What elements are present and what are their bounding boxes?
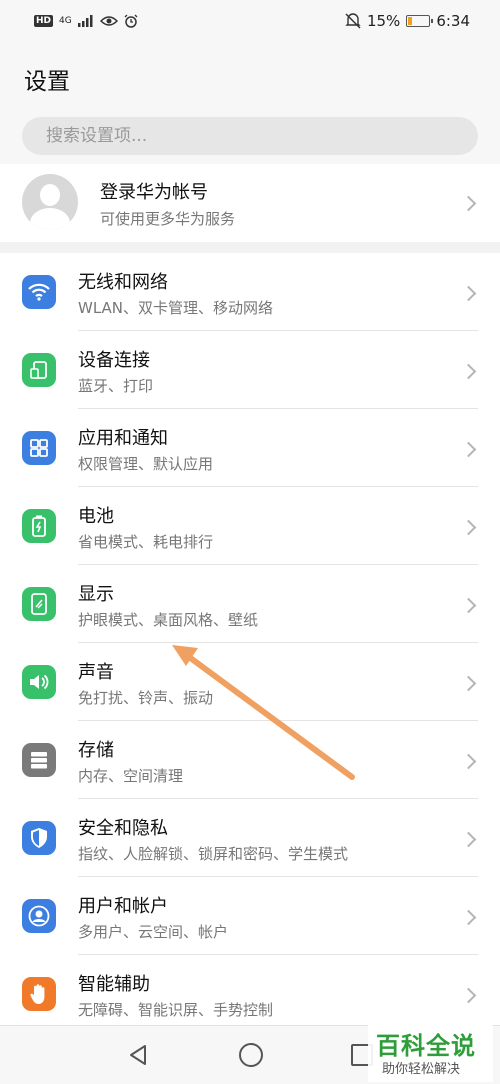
item-title: 安全和隐私 <box>78 818 168 839</box>
item-subtitle: 权限管理、默认应用 <box>78 455 214 473</box>
status-bar: HD 4G 15% 6:34 <box>0 0 500 42</box>
page-title: 设置 <box>24 69 70 95</box>
display-icon <box>22 587 56 621</box>
clock: 6:34 <box>436 12 470 30</box>
settings-item-wireless[interactable]: 无线和网络 WLAN、双卡管理、移动网络 <box>0 253 500 331</box>
chevron-right-icon <box>460 987 477 1004</box>
item-title: 设备连接 <box>78 350 150 371</box>
account-subtitle: 可使用更多华为服务 <box>100 210 236 228</box>
signal-icon <box>77 15 93 27</box>
chevron-right-icon <box>460 753 477 770</box>
chevron-right-icon <box>460 519 477 536</box>
network-type: 4G <box>59 15 72 26</box>
battery-icon <box>406 15 434 27</box>
item-title: 应用和通知 <box>78 428 168 449</box>
mute-icon <box>345 13 361 29</box>
chevron-right-icon <box>460 597 477 614</box>
settings-item-users-accounts[interactable]: 用户和帐户 多用户、云空间、帐户 <box>0 877 500 955</box>
chevron-right-icon <box>460 909 477 926</box>
account-row[interactable]: 登录华为帐号 可使用更多华为服务 <box>0 164 500 242</box>
item-subtitle: 免打扰、铃声、振动 <box>78 689 214 707</box>
item-subtitle: 护眼模式、桌面风格、壁纸 <box>78 611 259 629</box>
search-section <box>0 108 500 164</box>
item-title: 显示 <box>78 584 114 605</box>
item-subtitle: 多用户、云空间、帐户 <box>78 923 229 941</box>
storage-icon <box>22 743 56 777</box>
back-icon[interactable] <box>128 1044 148 1066</box>
search-input[interactable] <box>22 117 478 155</box>
hand-icon <box>22 977 56 1011</box>
item-title: 无线和网络 <box>78 272 168 293</box>
settings-item-battery[interactable]: 电池 省电模式、耗电排行 <box>0 487 500 565</box>
chevron-right-icon <box>460 441 477 458</box>
home-icon[interactable] <box>239 1043 263 1067</box>
settings-item-sound[interactable]: 声音 免打扰、铃声、振动 <box>0 643 500 721</box>
alarm-icon <box>124 14 138 28</box>
item-subtitle: 内存、空间清理 <box>78 767 184 785</box>
item-subtitle: 蓝牙、打印 <box>78 377 154 395</box>
battery-percent: 15% <box>366 12 401 30</box>
item-subtitle: 无障碍、智能识屏、手势控制 <box>78 1001 274 1019</box>
settings-item-apps-notifications[interactable]: 应用和通知 权限管理、默认应用 <box>0 409 500 487</box>
item-subtitle: WLAN、双卡管理、移动网络 <box>78 299 274 317</box>
account-title: 登录华为帐号 <box>100 182 208 203</box>
item-title: 声音 <box>78 662 114 683</box>
settings-list: 无线和网络 WLAN、双卡管理、移动网络 设备连接 蓝牙、打印 应用和通知 权限… <box>0 253 500 1033</box>
speaker-icon <box>22 665 56 699</box>
chevron-right-icon <box>460 675 477 692</box>
watermark: 百科全说 助你轻松解决 <box>368 1024 493 1082</box>
eye-icon <box>99 16 118 26</box>
settings-item-device-connection[interactable]: 设备连接 蓝牙、打印 <box>0 331 500 409</box>
device-connect-icon <box>22 353 56 387</box>
hd-badge: HD <box>34 15 54 27</box>
search-box[interactable] <box>22 117 478 155</box>
watermark-title: 百科全说 <box>376 1032 476 1060</box>
user-icon <box>22 899 56 933</box>
item-subtitle: 指纹、人脸解锁、锁屏和密码、学生模式 <box>78 845 349 863</box>
shield-icon <box>22 821 56 855</box>
watermark-subtitle: 助你轻松解决 <box>382 1062 461 1077</box>
chevron-right-icon <box>460 363 477 380</box>
settings-item-security-privacy[interactable]: 安全和隐私 指纹、人脸解锁、锁屏和密码、学生模式 <box>0 799 500 877</box>
chevron-right-icon <box>460 285 477 302</box>
battery-icon <box>22 509 56 543</box>
apps-grid-icon <box>22 431 56 465</box>
item-title: 存储 <box>78 740 114 761</box>
item-subtitle: 省电模式、耗电排行 <box>78 533 214 551</box>
item-title: 用户和帐户 <box>78 896 168 917</box>
page-header: 设置 <box>0 42 500 108</box>
item-title: 智能辅助 <box>78 974 150 995</box>
settings-item-storage[interactable]: 存储 内存、空间清理 <box>0 721 500 799</box>
settings-item-display[interactable]: 显示 护眼模式、桌面风格、壁纸 <box>0 565 500 643</box>
settings-item-smart-assistance[interactable]: 智能辅助 无障碍、智能识屏、手势控制 <box>0 955 500 1033</box>
wifi-icon <box>22 275 56 309</box>
chevron-right-icon <box>460 195 477 212</box>
item-title: 电池 <box>78 506 114 527</box>
chevron-right-icon <box>460 831 477 848</box>
avatar <box>22 174 78 230</box>
